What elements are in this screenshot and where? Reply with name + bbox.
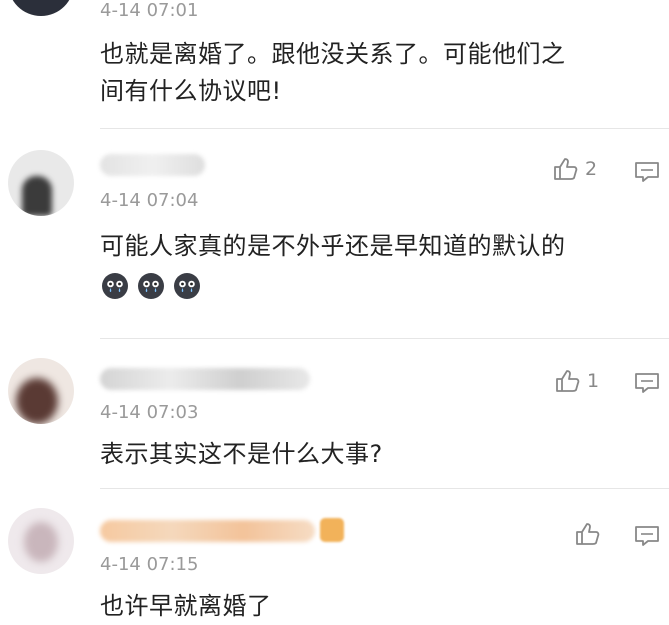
comment-item: 4-14 07:01 也就是离婚了。跟他没关系了。可能他们之 间有什么协议吧! xyxy=(0,0,669,128)
emoji-row xyxy=(100,267,645,304)
comment-text: 可能人家真的是不外乎还是早知道的默认的 xyxy=(100,228,645,304)
username[interactable] xyxy=(100,520,315,542)
comment-icon xyxy=(634,160,660,184)
comment-time: 4-14 07:03 xyxy=(100,402,199,423)
crying-face-icon xyxy=(172,271,202,301)
comment-text: 表示其实这不是什么大事? xyxy=(100,440,383,468)
crying-face-icon xyxy=(136,271,166,301)
username[interactable] xyxy=(100,154,205,176)
reply-button[interactable] xyxy=(634,371,660,395)
avatar[interactable] xyxy=(8,358,74,424)
like-button[interactable]: 2 xyxy=(553,157,597,181)
username[interactable] xyxy=(100,368,310,390)
avatar[interactable] xyxy=(8,0,74,16)
thumbs-up-icon xyxy=(555,369,581,393)
reply-button[interactable] xyxy=(634,524,660,548)
like-button[interactable] xyxy=(575,522,607,546)
medal-icon xyxy=(320,518,344,542)
like-button[interactable]: 1 xyxy=(555,369,599,393)
comment-text: 也就是离婚了。跟他没关系了。可能他们之 间有什么协议吧! xyxy=(100,40,566,105)
like-count: 1 xyxy=(587,370,600,392)
comment-text: 也许早就离婚了 xyxy=(100,592,272,620)
comment-time: 4-14 07:04 xyxy=(100,190,199,211)
comment-time: 4-14 07:01 xyxy=(100,0,199,21)
comment-icon xyxy=(634,524,660,548)
thumbs-up-icon xyxy=(553,157,579,181)
comment-time: 4-14 07:15 xyxy=(100,554,199,575)
crying-face-icon xyxy=(100,271,130,301)
comment-item: 4-14 07:04 2 可能人家真的是不外乎还是早知道的默认的 xyxy=(0,128,669,338)
thumbs-up-icon xyxy=(575,522,601,546)
avatar[interactable] xyxy=(8,150,74,216)
comment-icon xyxy=(634,371,660,395)
like-count: 2 xyxy=(585,158,598,180)
avatar[interactable] xyxy=(8,508,74,574)
reply-button[interactable] xyxy=(634,160,660,184)
comment-item: 4-14 07:03 1 表示其实这不是什么大事? xyxy=(0,338,669,488)
comment-item: 4-14 07:15 也许早就离婚了 xyxy=(0,488,669,625)
